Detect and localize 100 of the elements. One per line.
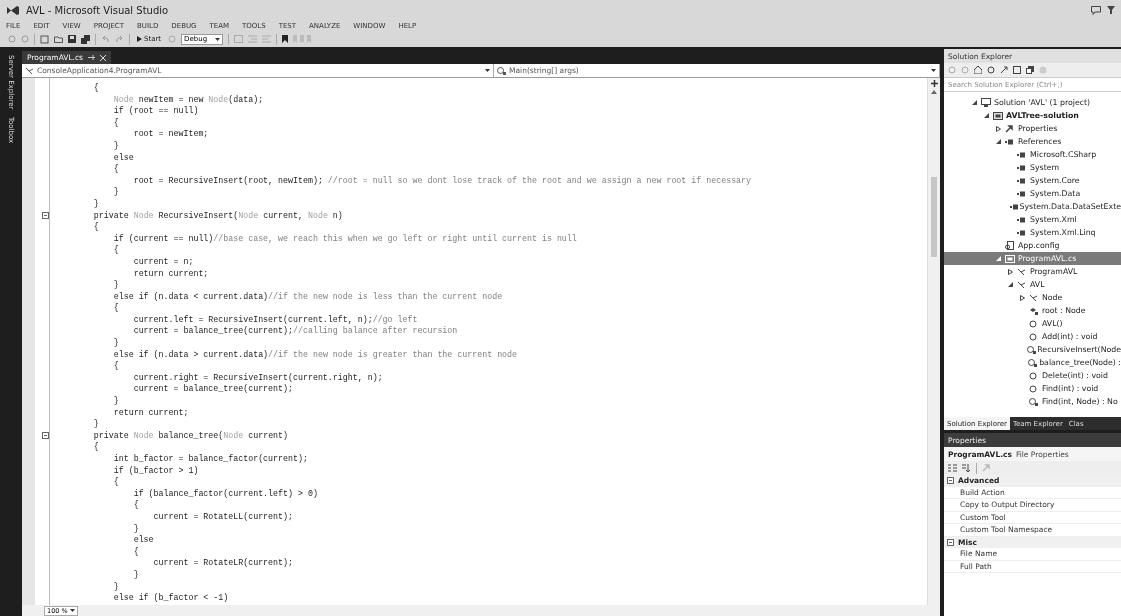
save-icon[interactable] [68, 35, 76, 43]
private-method-icon [1027, 345, 1037, 354]
collapse-all-icon[interactable] [1013, 66, 1021, 74]
file-icon [1005, 254, 1015, 263]
code-line: { [92, 441, 100, 453]
funnel-icon[interactable] [1107, 6, 1115, 14]
code-line: current.left = RecursiveInsert(current.left, n);//go left [132, 313, 419, 326]
caret-icon [485, 69, 490, 72]
scrollbar[interactable] [927, 78, 940, 605]
new-project-icon[interactable] [40, 34, 49, 44]
alphabetical-icon[interactable] [962, 464, 971, 472]
caret-icon [931, 69, 936, 72]
collapse-icon[interactable] [947, 538, 954, 546]
collapse-icon[interactable] [947, 477, 954, 485]
code-line: { [112, 302, 120, 314]
code-line: { [132, 545, 140, 558]
solution-icon [981, 98, 991, 107]
expanded-arrow-icon[interactable] [972, 100, 977, 105]
collapsed-arrow-icon[interactable] [1020, 294, 1025, 301]
caret-icon [215, 37, 221, 41]
speech-bubble-icon[interactable] [1091, 5, 1101, 15]
save-all-icon[interactable] [81, 34, 90, 44]
code-line: return current; [132, 267, 210, 280]
code-line: else [132, 534, 155, 546]
code-line: } [132, 568, 140, 581]
code-line: } [112, 337, 120, 349]
code-line: root = RecursiveInsert(root, newItem); //root = null so we dont lose track of the root and we assign a new root if necessary [132, 174, 753, 187]
collapsed-arrow-icon[interactable] [996, 125, 1001, 132]
class-icon [1017, 267, 1026, 276]
field-icon [1029, 306, 1038, 315]
config-file-icon [1005, 241, 1014, 250]
code-line: else if (n.data < current.data)//if the new node is less than the current node [112, 290, 504, 303]
reference-icon [1017, 216, 1027, 223]
collapsed-arrow-icon[interactable] [1008, 268, 1013, 275]
code-line: else if (b_factor < -1) [112, 592, 230, 604]
code-line: } [92, 197, 100, 210]
code-line: else if (n.data > current.data)//if the new node is greater than the current node [112, 348, 519, 361]
class-icon [1017, 280, 1026, 289]
code-line: current.right = RecursiveInsert(current.right, n); [132, 371, 384, 384]
code-line: current = RotateLL(current); [152, 510, 294, 523]
expanded-arrow-icon[interactable] [1008, 282, 1013, 287]
plus-icon[interactable] [930, 80, 938, 87]
code-line: } [112, 186, 120, 198]
code-line: if (balance_factor(current.left) > 0) [132, 487, 319, 500]
private-method-icon [1029, 397, 1038, 406]
code-line: return current; [112, 406, 190, 419]
code-line: { [132, 499, 140, 511]
reference-icon [1009, 203, 1020, 210]
pin-icon[interactable] [88, 54, 96, 61]
code-line: else [112, 151, 135, 164]
code-line: private Node balance_tree(Node current) [92, 429, 290, 442]
code-line: { [112, 244, 120, 256]
caret-icon [70, 609, 75, 612]
sync-icon[interactable] [987, 66, 995, 74]
code-line: } [112, 139, 120, 152]
scroll-thumb[interactable] [931, 177, 937, 257]
code-line: { [92, 82, 100, 94]
expanded-arrow-icon[interactable] [996, 139, 1001, 144]
code-line: root = newItem; [132, 128, 210, 140]
class-icon [25, 66, 34, 75]
expanded-arrow-icon[interactable] [996, 256, 1001, 261]
project-icon [993, 111, 1003, 120]
reference-icon [1017, 151, 1027, 158]
show-all-files-icon[interactable] [1026, 66, 1034, 74]
code-line: } [112, 395, 120, 407]
code-line: if (current == null)//base case, we reach this when we go left or right until current is null [112, 232, 578, 245]
code-line: Node newItem = new Node(data); [112, 93, 265, 106]
private-method-icon [1027, 358, 1037, 367]
window-title: AVL - Microsoft Visual Studio [26, 4, 169, 16]
collapse-icon[interactable] [42, 211, 49, 219]
collapse-icon[interactable] [42, 432, 49, 440]
class-icon [1029, 293, 1038, 302]
code-line: { [112, 116, 120, 129]
bookmark-icon[interactable] [282, 35, 289, 43]
code-line: { [112, 163, 120, 175]
expanded-arrow-icon[interactable] [984, 113, 989, 118]
code-line: { [92, 221, 100, 233]
code-line: if (b_factor > 1) [112, 464, 200, 477]
code-line: } [92, 418, 100, 430]
reference-icon [1017, 190, 1027, 197]
code-line: current = RotateLR(current); [152, 557, 294, 569]
reference-icon [1017, 229, 1027, 236]
close-icon[interactable] [100, 54, 107, 61]
reference-icon [1017, 164, 1027, 171]
code-line: if (root == null) [112, 105, 200, 117]
code-line: current = balance_tree(current); [132, 383, 294, 396]
code-line: { [112, 476, 120, 488]
reference-icon [1005, 138, 1015, 145]
open-folder-icon[interactable] [54, 35, 63, 43]
play-icon [137, 36, 142, 42]
up-arrow-icon[interactable] [931, 90, 937, 94]
code-line: } [132, 522, 140, 535]
code-line: private Node RecursiveInsert(Node current, Node n) [92, 209, 344, 222]
code-line: } [112, 279, 120, 291]
code-line: int b_factor = balance_factor(current); [112, 453, 309, 465]
home-icon[interactable] [974, 66, 982, 74]
code-line: current = balance_tree(current);//calling balance after recursion [132, 325, 459, 338]
method-icon [497, 66, 506, 75]
code-line: { [112, 360, 120, 372]
code-line: } [112, 580, 120, 593]
